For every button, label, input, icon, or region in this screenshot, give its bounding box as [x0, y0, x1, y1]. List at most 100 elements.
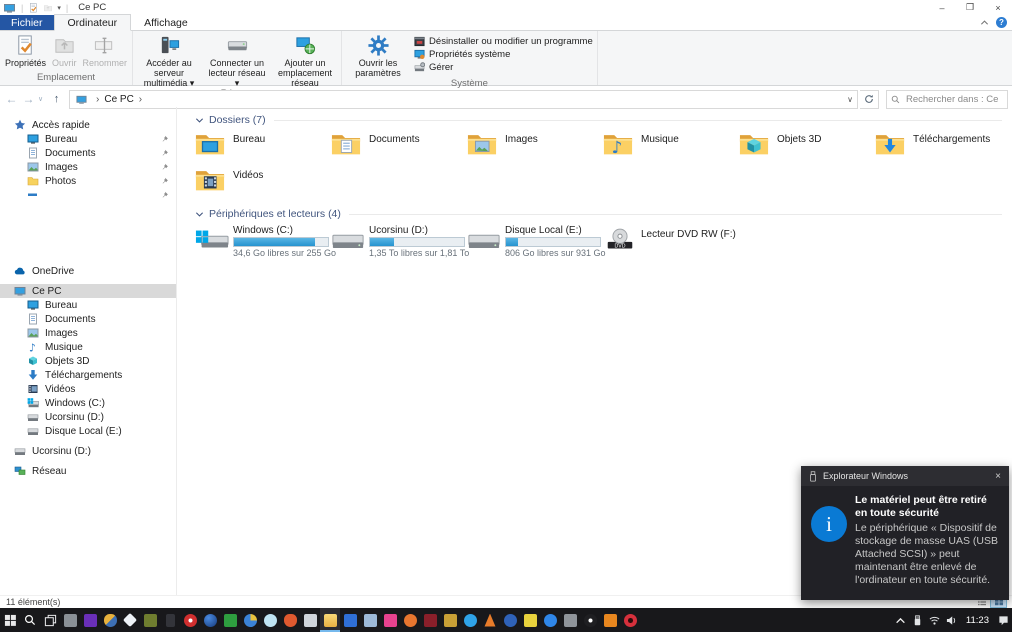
sidebar-item[interactable]: Disque Local (E:) — [0, 424, 176, 438]
pin-icon[interactable] — [161, 149, 169, 157]
taskbar-app[interactable] — [500, 608, 520, 632]
sidebar-item[interactable]: Vidéos — [0, 382, 176, 396]
taskbar-app[interactable] — [460, 608, 480, 632]
section-header-folders[interactable]: Dossiers (7) — [195, 114, 1004, 126]
taskbar-app[interactable] — [260, 608, 280, 632]
folder-tile[interactable]: Documents — [331, 131, 467, 164]
properties-shortcut-icon[interactable] — [28, 2, 39, 14]
sidebar-item[interactable]: Windows (C:) — [0, 396, 176, 410]
taskbar-app[interactable] — [400, 608, 420, 632]
address-dropdown-caret[interactable]: ∨ — [847, 95, 853, 104]
restore-button[interactable]: ❒ — [956, 0, 984, 15]
drive-tile[interactable]: Lecteur DVD RW (F:) — [603, 225, 739, 258]
pin-icon[interactable] — [161, 177, 169, 185]
search-box[interactable] — [886, 89, 1008, 109]
ribbon-button[interactable]: Propriétés — [2, 32, 49, 68]
toast-notification[interactable]: Explorateur Windows × i Le matériel peut… — [801, 466, 1009, 600]
sidebar-item[interactable]: Ucorsinu (D:) — [0, 444, 176, 458]
taskbar-app[interactable] — [440, 608, 460, 632]
taskbar-app[interactable] — [140, 608, 160, 632]
sidebar-item[interactable]: Téléchargements — [0, 368, 176, 382]
ribbon-tab[interactable]: Affichage — [131, 15, 201, 30]
sidebar-item[interactable]: Bureau — [0, 132, 176, 146]
taskbar-app[interactable] — [160, 608, 180, 632]
chevron-down-icon[interactable] — [195, 210, 204, 219]
ribbon-tab[interactable]: Ordinateur — [53, 14, 132, 31]
taskbar-app[interactable] — [60, 608, 80, 632]
back-button[interactable]: ← — [4, 91, 19, 107]
minimize-button[interactable]: – — [928, 0, 956, 15]
sidebar-item[interactable]: Musique — [0, 340, 176, 354]
taskbar-app[interactable] — [100, 608, 120, 632]
ribbon-button[interactable]: Connecter un lecteur réseau ▾ — [203, 32, 271, 88]
ribbon-small-button[interactable]: Gérer — [414, 61, 593, 74]
taskbar-app[interactable] — [120, 608, 140, 632]
sidebar-item[interactable] — [0, 188, 176, 202]
folder-tile[interactable]: Musique — [603, 131, 739, 164]
taskbar-app[interactable] — [300, 608, 320, 632]
close-button[interactable]: × — [984, 0, 1012, 15]
taskbar-app[interactable] — [340, 608, 360, 632]
taskbar-app[interactable] — [420, 608, 440, 632]
sidebar-item[interactable]: Réseau — [0, 464, 176, 478]
ribbon-button[interactable]: Ajouter un emplacement réseau — [271, 32, 339, 88]
taskbar-app[interactable] — [560, 608, 580, 632]
taskbar-app[interactable] — [240, 608, 260, 632]
taskbar-search-button[interactable] — [20, 608, 40, 632]
sidebar-item[interactable]: Documents — [0, 146, 176, 160]
taskbar-app[interactable] — [360, 608, 380, 632]
taskbar-app[interactable] — [540, 608, 560, 632]
folder-tile[interactable]: Bureau — [195, 131, 331, 164]
pin-icon[interactable] — [161, 191, 169, 199]
tray-volume[interactable] — [943, 608, 960, 632]
refresh-button[interactable] — [860, 89, 879, 109]
taskbar-app[interactable] — [520, 608, 540, 632]
clock[interactable]: 11:23 — [960, 615, 995, 626]
sidebar-item[interactable]: Photos — [0, 174, 176, 188]
sidebar-item[interactable]: Images — [0, 160, 176, 174]
toast-close-icon[interactable]: × — [995, 471, 1001, 482]
sidebar-item[interactable]: Images — [0, 326, 176, 340]
tray-expand-button[interactable] — [892, 608, 909, 632]
collapse-ribbon-icon[interactable] — [980, 18, 989, 27]
qat-dropdown-caret[interactable]: ▾ — [57, 4, 61, 12]
taskbar-app[interactable] — [220, 608, 240, 632]
sidebar-item[interactable]: Documents — [0, 312, 176, 326]
folder-tile[interactable]: Objets 3D — [739, 131, 875, 164]
breadcrumb[interactable]: Ce PC — [104, 94, 133, 105]
taskbar-app[interactable] — [600, 608, 620, 632]
drive-tile[interactable]: Ucorsinu (D:) 1,35 To libres sur 1,81 To — [331, 225, 469, 258]
start-button[interactable] — [0, 608, 20, 632]
drive-tile[interactable]: Disque Local (E:) 806 Go libres sur 931 … — [467, 225, 606, 258]
sidebar-item[interactable]: Accès rapide — [0, 118, 176, 132]
taskbar-app[interactable] — [620, 608, 640, 632]
sidebar-item[interactable]: Bureau — [0, 298, 176, 312]
taskbar-app[interactable] — [480, 608, 500, 632]
taskbar-app[interactable] — [180, 608, 200, 632]
ribbon-button[interactable]: Renommer — [80, 32, 131, 68]
ribbon-tab[interactable]: Fichier — [0, 15, 54, 30]
pin-icon[interactable] — [161, 135, 169, 143]
action-center-button[interactable] — [995, 608, 1012, 632]
taskbar-app[interactable] — [280, 608, 300, 632]
tray-network[interactable] — [926, 608, 943, 632]
tray-usb[interactable] — [909, 608, 926, 632]
sidebar-item[interactable]: Ucorsinu (D:) — [0, 410, 176, 424]
pin-icon[interactable] — [161, 163, 169, 171]
ribbon-button[interactable]: Accéder au serveur multimédia ▾ — [135, 32, 203, 88]
folder-tile[interactable]: Images — [467, 131, 603, 164]
folder-tile[interactable]: Téléchargements — [875, 131, 1011, 164]
drive-tile[interactable]: Windows (C:) 34,6 Go libres sur 255 Go — [195, 225, 336, 258]
taskbar-app[interactable] — [320, 608, 340, 632]
sidebar-item[interactable]: Ce PC — [0, 284, 176, 298]
up-button[interactable]: ↑ — [49, 93, 64, 105]
section-header-drives[interactable]: Périphériques et lecteurs (4) — [195, 208, 1004, 220]
forward-button[interactable]: → — [21, 91, 36, 107]
taskbar-app[interactable] — [380, 608, 400, 632]
ribbon-button[interactable]: Ouvrir — [49, 32, 80, 68]
blank-shortcut-icon[interactable] — [43, 2, 53, 14]
sidebar-item[interactable]: Objets 3D — [0, 354, 176, 368]
help-icon[interactable]: ? — [996, 17, 1007, 28]
ribbon-small-button[interactable]: Désinstaller ou modifier un programme — [414, 35, 593, 48]
taskbar-app[interactable] — [580, 608, 600, 632]
